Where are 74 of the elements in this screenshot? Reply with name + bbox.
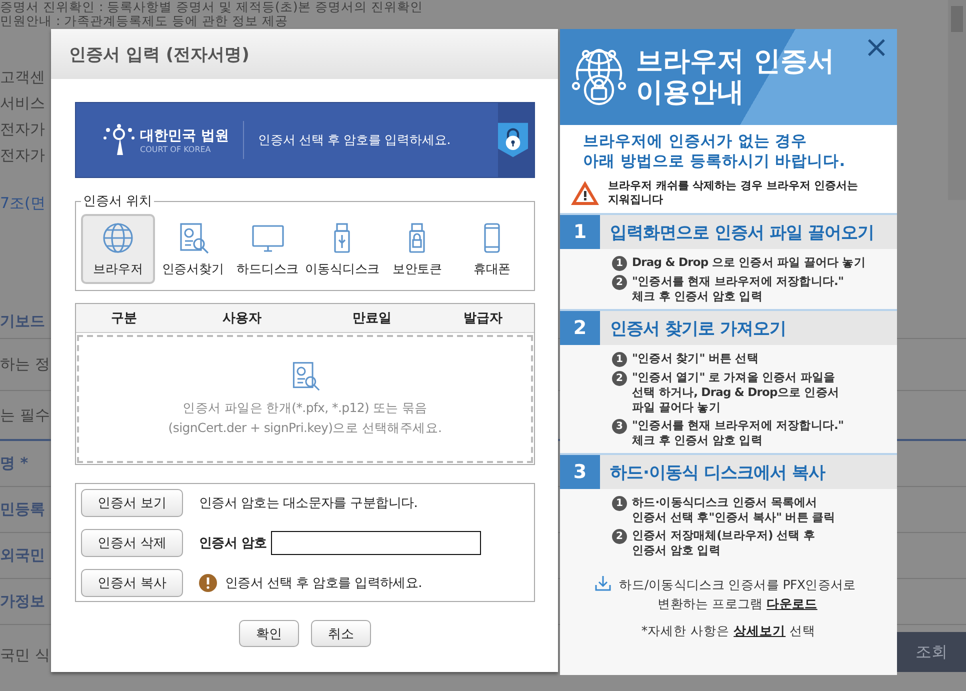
tree-logo-icon	[102, 124, 136, 156]
page-text: 전자가	[0, 145, 45, 166]
section-title: 인증서 찾기로 가져오기	[609, 318, 786, 340]
step-text: "인증서 열기" 로 가져올 인증서 파일을 선택 하거나, Drag & Drop으로 인증서 파일 끌어다 놓기	[632, 370, 839, 415]
step-text: "인증서 찾기" 버튼 선택	[632, 351, 758, 366]
location-option[interactable]: 인증서찾기	[156, 214, 230, 284]
certificate-button[interactable]: 인증서 삭제	[81, 529, 183, 557]
detail-text: *자세한 사항은 상세보기 선택	[641, 623, 816, 640]
form-label: 기보드	[0, 312, 45, 330]
download-text: 하드/이동식디스크 인증서를 PFX인증서로 변환하는 프로그램 다운로드	[618, 576, 857, 613]
drop-hint: 인증서 파일은 한개(*.pfx, *.p12) 또는 묶음 (signCert.der + signPri.key)으로 선택해주세요.	[168, 399, 442, 437]
scrollbar[interactable]	[948, 0, 966, 200]
step-number: 3	[612, 419, 627, 434]
dialog-button[interactable]: 취소	[311, 620, 371, 647]
form-label: 명 *	[0, 454, 28, 473]
password-label: 인증서 암호	[199, 535, 267, 552]
column-header: 구분	[110, 310, 138, 327]
step-number: 1	[612, 256, 627, 271]
step-text: 하드·이동식디스크 인증서 목록에서 인증서 선택 후"인증서 복사" 버튼 클릭	[632, 495, 836, 525]
location-option[interactable]: 브라우저	[81, 214, 155, 284]
download-link[interactable]: 다운로드	[766, 596, 818, 611]
location-option[interactable]: 하드디스크	[230, 214, 305, 284]
certificate-button[interactable]: 인증서 보기	[81, 489, 183, 517]
dialog-button[interactable]: 확인	[239, 620, 299, 647]
column-header: 발급자	[462, 310, 504, 327]
warning-icon	[570, 180, 600, 206]
form-label: 하는 정	[0, 355, 50, 374]
step-text: "인증서를 현재 브라우저에 저장합니다." 체크 후 인증서 암호 입력	[632, 274, 844, 304]
step-number: 2	[612, 371, 627, 386]
column-header: 만료일	[352, 310, 392, 327]
step-number: 1	[612, 352, 627, 367]
page-text: 민원안내 : 가족관계등록제도 등에 관한 정보 제공	[0, 14, 288, 28]
banner-message: 인증서 선택 후 암호를 입력하세요.	[258, 132, 450, 148]
globe-icon	[101, 220, 135, 254]
guide-title: 브라우저 인증서 이용안내	[636, 46, 834, 108]
step-text: 인증서 저장매체(브라우저) 선택 후 인증서 암호 입력	[632, 528, 815, 558]
note-text: 인증서 암호는 대소문자를 구분합니다.	[199, 495, 418, 512]
logo-subtitle: COURT OF KOREA	[140, 144, 212, 154]
form-label: 민등록	[0, 500, 45, 519]
page-text: 전자가	[0, 119, 45, 140]
page-text: 서비스	[0, 93, 45, 114]
group-legend: 인증서 위치	[81, 192, 154, 210]
guide-subtitle: 브라우저에 인증서가 없는 경우 아래 방법으로 등록하시기 바랍니다.	[582, 131, 846, 171]
step-number: 2	[612, 275, 627, 290]
password-field[interactable]	[270, 531, 481, 555]
page-text: 고객센	[0, 67, 45, 88]
step-text: "인증서를 현재 브라우저에 저장합니다." 체크 후 인증서 암호 입력	[632, 418, 844, 448]
page-text: 증명서 진위확인 : 등록사항별 증명서 및 제적등(초)본 증명서의 진위확인	[0, 0, 423, 14]
warning-text: 브라우저 캐쉬를 삭제하는 경우 브라우저 인증서는 지워집니다	[608, 179, 858, 207]
step-text: Drag & Drop 으로 인증서 파일 끌어다 놓기	[632, 255, 866, 270]
dialog-title: 인증서 입력 (전자서명)	[69, 44, 250, 66]
warning-text: 인증서 선택 후 암호를 입력하세요.	[225, 575, 422, 592]
form-label: 는 필수	[0, 406, 50, 424]
form-label: 외국민	[0, 546, 45, 565]
detail-link[interactable]: 상세보기	[734, 623, 786, 638]
location-option[interactable]: 이동식디스크	[305, 214, 380, 284]
search-button[interactable]: 조회	[897, 632, 966, 672]
step-number: 2	[612, 529, 627, 544]
exclamation-icon	[199, 574, 217, 592]
column-header: 사용자	[222, 310, 262, 327]
form-label: 가정보	[0, 592, 45, 611]
logo-name: 대한민국 법원	[140, 126, 229, 144]
section-title: 하드·이동식 디스크에서 복사	[609, 462, 825, 484]
location-option[interactable]: 보안토큰	[380, 214, 454, 284]
location-option[interactable]: 휴대폰	[454, 214, 529, 284]
drop-zone[interactable]: 인증서 파일은 한개(*.pfx, *.p12) 또는 묶음 (signCert.der + signPri.key)으로 선택해주세요.	[77, 335, 533, 463]
download-icon	[594, 575, 610, 591]
section-title: 입력화면으로 인증서 파일 끌어오기	[609, 222, 874, 244]
section-number: 1	[560, 215, 600, 249]
step-number: 1	[612, 496, 627, 511]
section-number: 2	[560, 311, 600, 345]
certificate-button[interactable]: 인증서 복사	[81, 569, 183, 597]
section-number: 3	[560, 455, 600, 489]
form-label: 국민 식	[0, 646, 50, 664]
